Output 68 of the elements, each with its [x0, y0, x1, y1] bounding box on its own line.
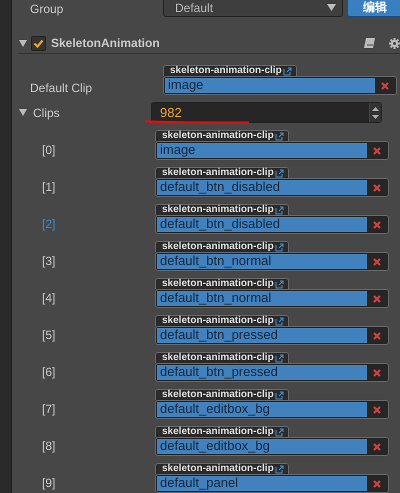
component-title: SkeletonAnimation	[51, 36, 160, 50]
external-link-icon[interactable]	[282, 66, 292, 76]
close-icon	[373, 220, 381, 228]
settings-icon[interactable]	[389, 38, 400, 49]
field-label: Group	[29, 2, 64, 16]
external-link-icon[interactable]	[274, 168, 284, 178]
external-link-icon[interactable]	[274, 390, 284, 400]
external-link-icon[interactable]	[274, 354, 284, 362]
close-icon	[373, 258, 381, 266]
external-link-icon[interactable]	[274, 242, 284, 252]
enable-checkbox[interactable]	[31, 36, 46, 51]
asset-type-tag: skeleton-animation-clip	[155, 463, 289, 474]
index-label[interactable]: [5]	[12, 329, 155, 342]
close-icon	[373, 332, 381, 340]
close-icon	[373, 184, 381, 192]
close-icon	[373, 368, 381, 376]
asset-field[interactable]: default_btn_pressed	[155, 363, 389, 382]
asset-type-tag: skeleton-animation-clip	[155, 278, 289, 289]
asset-field[interactable]: default_editbox_bg	[155, 437, 389, 456]
asset-type-tag: skeleton-animation-clip	[155, 315, 289, 326]
asset-type-tag: skeleton-animation-clip	[155, 352, 289, 363]
close-icon	[373, 406, 381, 414]
asset-field[interactable]: default_btn_normal	[155, 252, 389, 271]
asset-type-tag: skeleton-animation-clip	[155, 204, 289, 215]
close-icon	[373, 442, 381, 450]
external-link-icon[interactable]	[274, 464, 284, 474]
index-label[interactable]: [6]	[12, 366, 155, 379]
caret-icon	[327, 4, 336, 11]
asset-type-tag: skeleton-animation-clip	[163, 65, 297, 76]
asset-field[interactable]: default_editbox_bg	[155, 400, 389, 419]
external-link-icon[interactable]	[274, 132, 284, 140]
asset-field[interactable]: default_btn_pressed	[155, 326, 389, 345]
index-label[interactable]: [9]	[12, 477, 155, 490]
index-label[interactable]: [1]	[12, 181, 155, 194]
count-field[interactable]: 982	[151, 102, 382, 123]
close-icon	[381, 82, 389, 90]
close-icon	[373, 146, 381, 154]
edit-button[interactable]: 编辑	[347, 0, 400, 17]
index-label[interactable]: [2]	[12, 218, 155, 231]
asset-field[interactable]: default_panel	[155, 474, 389, 493]
index-label[interactable]: [0]	[12, 144, 155, 157]
asset-type-tag: skeleton-animation-clip	[155, 130, 289, 141]
asset-type-tag: skeleton-animation-clip	[155, 426, 289, 437]
asset-field[interactable]: default_btn_disabled	[155, 178, 389, 197]
index-label[interactable]: [8]	[12, 440, 155, 453]
index-label[interactable]: [3]	[12, 255, 155, 268]
asset-type-tag: skeleton-animation-clip	[155, 167, 289, 178]
group-dropdown[interactable]: Default	[163, 0, 343, 17]
external-link-icon[interactable]	[274, 428, 284, 436]
close-icon	[373, 480, 381, 488]
asset-field[interactable]: default_btn_disabled	[155, 215, 389, 234]
book-icon[interactable]	[364, 38, 375, 48]
field-label: Clips	[32, 106, 61, 120]
external-link-icon[interactable]	[274, 206, 284, 214]
external-link-icon[interactable]	[274, 280, 284, 288]
asset-field[interactable]: image	[155, 141, 389, 160]
collapse-triangle-icon[interactable]	[19, 109, 27, 116]
close-icon	[373, 294, 381, 302]
index-label[interactable]: [4]	[12, 292, 155, 305]
field-label: Default Clip	[29, 81, 94, 95]
asset-field[interactable]: default_btn_normal	[155, 289, 389, 308]
spinner[interactable]	[369, 103, 381, 122]
external-link-icon[interactable]	[274, 316, 284, 326]
collapse-triangle-icon[interactable]	[19, 40, 27, 47]
asset-type-tag: skeleton-animation-clip	[155, 241, 289, 252]
asset-type-tag: skeleton-animation-clip	[155, 389, 289, 400]
index-label[interactable]: [7]	[12, 403, 155, 416]
asset-field[interactable]: image	[163, 76, 397, 95]
